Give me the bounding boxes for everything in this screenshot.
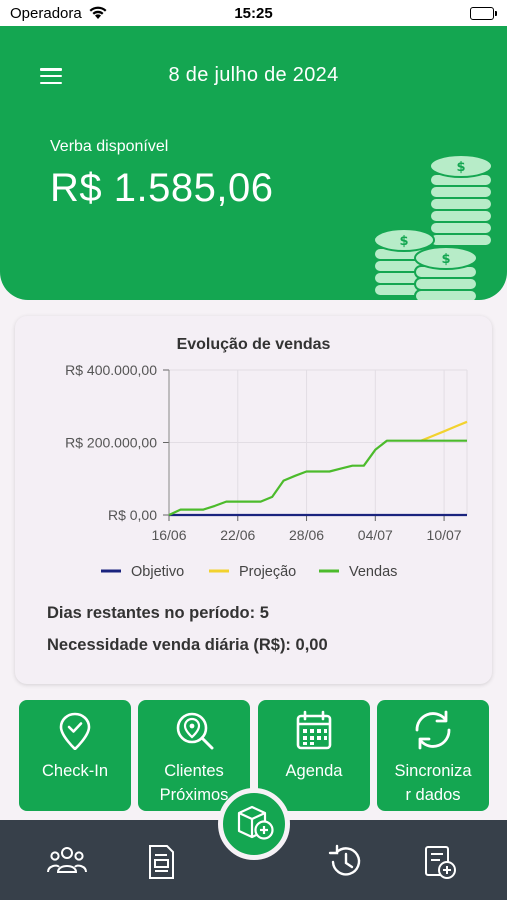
check-in-button[interactable]: Check-In [19,700,131,811]
sales-chart-card: Evolução de vendas R$ 0,00 R$ 200.000,00 R… [15,316,492,684]
x-tick-label: 28/06 [289,527,324,543]
x-tick-label: 22/06 [220,527,255,543]
clock-time: 15:25 [234,5,273,22]
agenda-label: Agenda [285,762,343,780]
add-list-icon[interactable] [420,842,460,882]
svg-text:$: $ [441,252,450,267]
y-tick-label: R$ 200.000,00 [65,435,157,451]
search-location-icon [176,712,214,750]
x-tick-label: 10/07 [427,527,462,543]
battery-icon [470,7,497,20]
history-icon[interactable] [326,842,366,882]
new-order-button[interactable] [218,788,290,860]
y-tick-label: R$ 400.000,00 [65,362,157,378]
document-icon[interactable] [141,842,181,882]
series-line-vendas [168,439,467,516]
svg-text:$: $ [399,234,408,249]
x-tick-label: 16/06 [151,527,186,543]
y-tick-label: R$ 0,00 [108,507,157,523]
sync-icon [415,710,451,750]
sync-data-button[interactable]: Sincroniza r dados [377,700,489,811]
budget-value: R$ 1.585,06 [50,166,274,210]
remaining-days-text: Dias restantes no período: 5 [47,604,269,622]
header-panel: 8 de julho de 2024 Verba disponível R$ 1… [0,26,507,300]
legend-label-vendas: Vendas [349,564,397,580]
svg-text:$: $ [456,160,465,175]
legend-label-objetivo: Objetivo [131,564,184,580]
legend-label-projeção: Projeção [239,564,296,580]
location-check-icon [59,712,91,750]
sales-chart: R$ 0,00 R$ 200.000,00 R$ 400.000,00 16/06 22… [65,362,468,580]
status-bar: Operadora 15:25 [0,0,507,28]
sync-data-label: Sincroniza r dados [394,762,472,804]
current-date: 8 de julho de 2024 [168,64,339,86]
coins-icon: $ $ $ [373,154,493,300]
daily-need-text: Necessidade venda diária (R$): 0,00 [47,636,328,654]
check-in-label: Check-In [41,762,109,780]
x-tick-label: 04/07 [358,527,393,543]
budget-label: Verba disponível [50,138,169,155]
new-order-icon [237,805,274,840]
calendar-icon [296,710,332,750]
users-icon[interactable] [47,842,87,882]
